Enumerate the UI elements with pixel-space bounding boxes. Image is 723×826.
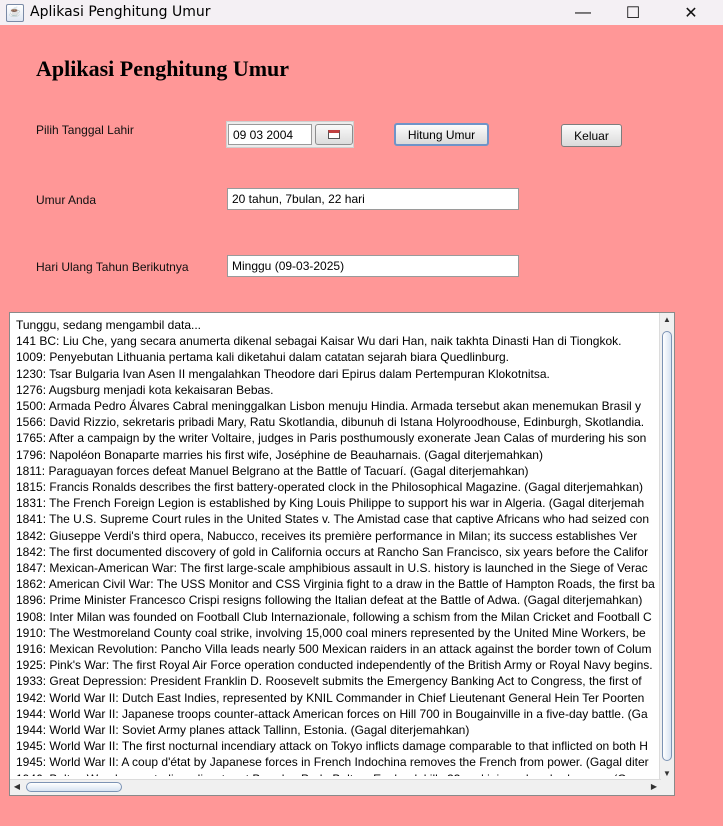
event-line: 1842: Giuseppe Verdi's third opera, Nabu… [16,528,638,543]
vertical-scrollbar[interactable]: ▲ ▼ [659,313,674,781]
event-line: 1009: Penyebutan Lithuania pertama kali … [16,350,509,365]
event-line: 1566: David Rizzio, sekretaris pribadi M… [16,415,645,430]
event-line: 1847: Mexican-American War: The first la… [16,561,648,576]
birthdate-label: Pilih Tanggal Lahir [36,123,134,137]
event-line: 1925: Pink's War: The first Royal Air Fo… [16,658,653,673]
calendar-icon [328,130,340,139]
calculate-age-button[interactable]: Hitung Umur [394,123,489,146]
event-line: 1896: Prime Minister Francesco Crispi re… [16,593,643,608]
event-line: 1276: Augsburg menjadi kota kekaisaran B… [16,382,274,397]
event-line: 1841: The U.S. Supreme Court rules in th… [16,512,650,527]
event-line: 1933: Great Depression: President Frankl… [16,674,642,689]
event-line: 1765: After a campaign by the writer Vol… [16,431,647,446]
event-line: 1944: World War II: Soviet Army planes a… [16,723,470,738]
horizontal-scroll-thumb[interactable] [26,782,122,792]
event-line: 1908: Inter Milan was founded on Footbal… [16,609,652,624]
event-line: Tunggu, sedang mengambil data... [16,318,202,332]
maximize-button[interactable]: ☐ [610,0,656,25]
next-birthday-label: Hari Ulang Tahun Berikutnya [36,260,189,274]
scroll-corner [660,780,674,795]
exit-button[interactable]: Keluar [561,124,622,147]
main-panel: Aplikasi Penghitung Umur Pilih Tanggal L… [0,25,723,826]
event-line: 1945: World War II: A coup d'état by Jap… [16,755,649,770]
window-title: Aplikasi Penghitung Umur [30,4,211,20]
events-list: Tunggu, sedang mengambil data... 141 BC: … [16,317,661,776]
event-line: 1942: World War II: Dutch East Indies, r… [16,690,645,705]
date-picker: 09 03 2004 [226,121,354,148]
event-line: 1796: Napoléon Bonaparte marries his fir… [16,447,543,462]
java-app-icon: ☕ [6,4,24,22]
page-title: Aplikasi Penghitung Umur [36,56,290,81]
event-line: 1500: Armada Pedro Álvares Cabral mening… [16,399,642,414]
close-button[interactable]: ✕ [668,0,714,25]
birthdate-field[interactable]: 09 03 2004 [228,124,312,145]
scroll-down-icon[interactable]: ▼ [660,767,674,781]
event-line: 1831: The French Foreign Legion is estab… [16,496,645,511]
minimize-button[interactable]: — [560,0,606,25]
age-field[interactable]: 20 tahun, 7bulan, 22 hari [227,188,519,210]
calendar-button[interactable] [315,124,353,145]
age-label: Umur Anda [36,193,97,207]
horizontal-scrollbar[interactable]: ◀ ▶ [10,779,661,795]
event-line: 1945: World War II: The first nocturnal … [16,739,648,754]
event-line: 1946: Bolton Wanderers stadium disaster … [16,771,661,776]
events-text-area[interactable]: Tunggu, sedang mengambil data... 141 BC: … [9,312,675,796]
scroll-right-icon[interactable]: ▶ [647,780,661,794]
vertical-scroll-thumb[interactable] [662,331,672,761]
event-line: 1910: The Westmoreland County coal strik… [16,625,646,640]
event-line: 1842: The first documented discovery of … [16,544,649,559]
event-line: 1811: Paraguayan forces defeat Manuel Be… [16,463,529,478]
scroll-left-icon[interactable]: ◀ [10,780,24,794]
event-line: 1916: Mexican Revolution: Pancho Villa l… [16,642,652,657]
event-line: 1862: American Civil War: The USS Monito… [16,577,655,592]
title-bar: ☕ Aplikasi Penghitung Umur — ☐ ✕ [0,0,723,26]
event-line: 1944: World War II: Japanese troops coun… [16,706,648,721]
event-line: 1230: Tsar Bulgaria Ivan Asen II mengala… [16,366,550,381]
scroll-up-icon[interactable]: ▲ [660,313,674,327]
event-line: 141 BC: Liu Che, yang secara anumerta di… [16,334,622,349]
next-birthday-field[interactable]: Minggu (09-03-2025) [227,255,519,277]
event-line: 1815: Francis Ronalds describes the firs… [16,480,643,495]
